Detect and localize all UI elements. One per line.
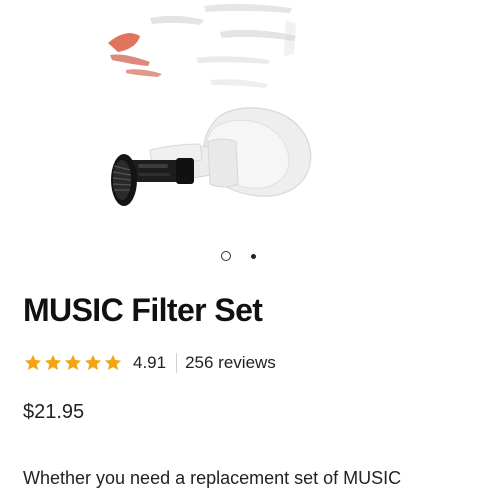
eartip-illustration (149, 107, 312, 197)
reviews-link[interactable]: 256 reviews (185, 353, 276, 373)
filter-illustration (111, 154, 194, 206)
carousel-dot[interactable] (251, 254, 256, 259)
rating-summary[interactable]: 4.91 256 reviews (23, 350, 276, 376)
product-title: MUSIC Filter Set (23, 292, 263, 328)
product-price: $21.95 (23, 401, 85, 423)
star-icon (24, 354, 42, 370)
rating-stars (23, 353, 123, 373)
product-image-carousel[interactable] (0, 0, 480, 261)
star-icon (44, 354, 62, 370)
star-icon (64, 354, 82, 370)
product-description-preview: Whether you need a replacement set of MU… (23, 468, 402, 488)
rating-value: 4.91 (133, 353, 167, 372)
carousel-indicators[interactable] (0, 250, 480, 264)
carousel-dot-active[interactable] (221, 251, 231, 261)
rating-divider (176, 353, 178, 373)
product-image (108, 3, 312, 206)
star-icon (104, 354, 122, 370)
star-icon (84, 354, 102, 370)
